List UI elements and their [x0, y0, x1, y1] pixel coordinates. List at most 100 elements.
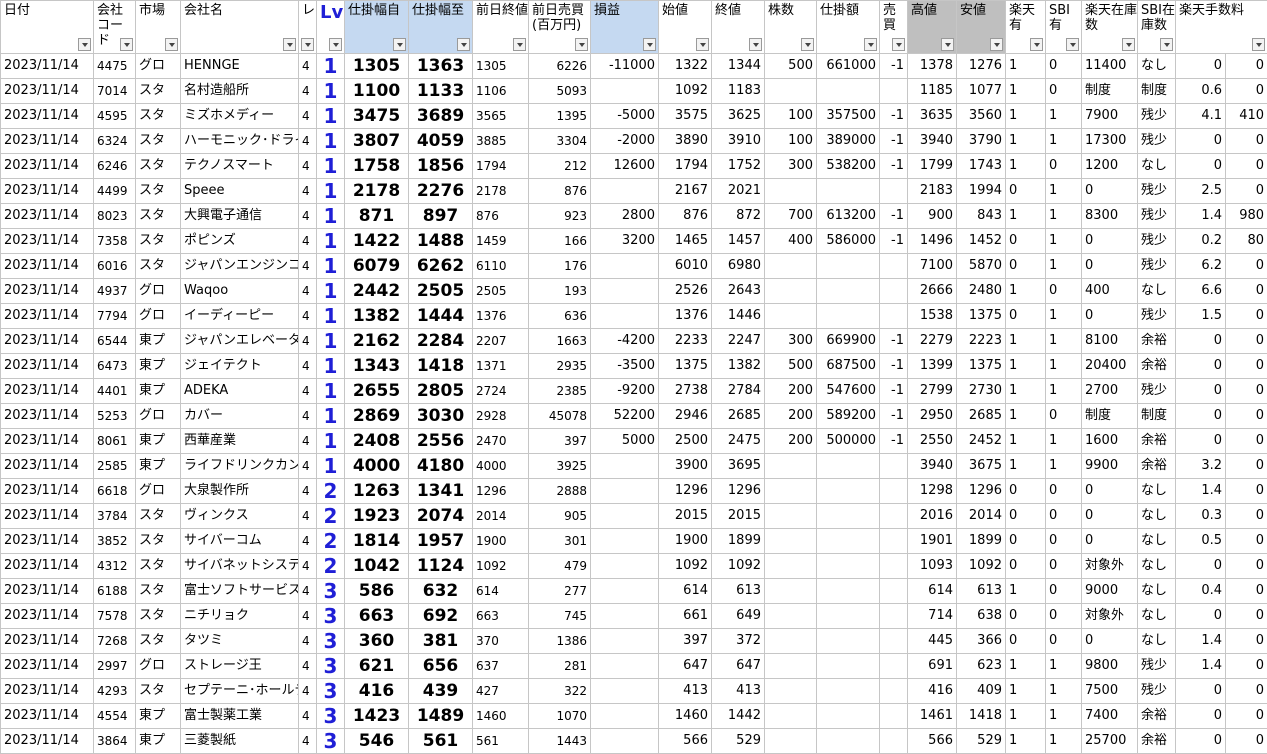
- cell-company-name[interactable]: ストレージ王: [181, 654, 299, 679]
- cell-company-name[interactable]: ジャパンエレベーター: [181, 329, 299, 354]
- cell-shares[interactable]: [765, 729, 817, 754]
- cell-range-from[interactable]: 3475: [345, 104, 409, 129]
- cell-re[interactable]: 4: [299, 479, 317, 504]
- cell-level[interactable]: 2: [317, 529, 345, 554]
- cell-rakuten-avail[interactable]: 1: [1006, 454, 1046, 479]
- cell-sbi-stock[interactable]: 残少: [1138, 104, 1176, 129]
- cell-market[interactable]: スタ: [136, 529, 181, 554]
- cell-profit-loss[interactable]: [591, 279, 659, 304]
- cell-extra[interactable]: 0: [1226, 604, 1267, 629]
- cell-date[interactable]: 2023/11/14: [1, 579, 94, 604]
- cell-profit-loss[interactable]: [591, 629, 659, 654]
- cell-close[interactable]: 1092: [712, 554, 765, 579]
- cell-re[interactable]: 4: [299, 54, 317, 79]
- table-row[interactable]: 2023/11/144293スタセプテーニ･ホールディングス4341643942…: [1, 679, 1267, 704]
- cell-company-name[interactable]: 大泉製作所: [181, 479, 299, 504]
- cell-date[interactable]: 2023/11/14: [1, 129, 94, 154]
- cell-low[interactable]: 1899: [957, 529, 1006, 554]
- cell-sbi-avail[interactable]: 1: [1046, 729, 1082, 754]
- cell-trade[interactable]: [880, 279, 908, 304]
- cell-trade[interactable]: -1: [880, 379, 908, 404]
- cell-range-from[interactable]: 546: [345, 729, 409, 754]
- cell-re[interactable]: 4: [299, 379, 317, 404]
- cell-range-to[interactable]: 439: [409, 679, 473, 704]
- column-header-shares[interactable]: 株数: [765, 1, 817, 54]
- cell-prev-volume[interactable]: 3304: [529, 129, 591, 154]
- cell-company-name[interactable]: カバー: [181, 404, 299, 429]
- cell-open[interactable]: 2015: [659, 504, 712, 529]
- cell-high[interactable]: 566: [908, 729, 957, 754]
- cell-prev-close[interactable]: 2724: [473, 379, 529, 404]
- cell-trade[interactable]: [880, 554, 908, 579]
- cell-position-amount[interactable]: 613200: [817, 204, 880, 229]
- cell-trade[interactable]: -1: [880, 204, 908, 229]
- cell-re[interactable]: 4: [299, 629, 317, 654]
- cell-open[interactable]: 1794: [659, 154, 712, 179]
- cell-company-code[interactable]: 6618: [94, 479, 136, 504]
- cell-sbi-stock[interactable]: 余裕: [1138, 429, 1176, 454]
- cell-sbi-stock[interactable]: 余裕: [1138, 329, 1176, 354]
- cell-trade[interactable]: [880, 629, 908, 654]
- cell-low[interactable]: 1276: [957, 54, 1006, 79]
- cell-market[interactable]: 東プ: [136, 704, 181, 729]
- cell-trade[interactable]: -1: [880, 404, 908, 429]
- cell-open[interactable]: 3900: [659, 454, 712, 479]
- column-header-sbi-avail[interactable]: SBI有: [1046, 1, 1082, 54]
- cell-re[interactable]: 4: [299, 354, 317, 379]
- cell-level[interactable]: 1: [317, 204, 345, 229]
- cell-market[interactable]: 東プ: [136, 329, 181, 354]
- filter-dropdown-icon[interactable]: [283, 38, 296, 51]
- cell-company-name[interactable]: タツミ: [181, 629, 299, 654]
- cell-market[interactable]: スタ: [136, 229, 181, 254]
- cell-prev-volume[interactable]: 176: [529, 254, 591, 279]
- cell-extra[interactable]: 0: [1226, 704, 1267, 729]
- cell-level[interactable]: 3: [317, 579, 345, 604]
- cell-level[interactable]: 1: [317, 354, 345, 379]
- cell-company-code[interactable]: 3864: [94, 729, 136, 754]
- cell-trade[interactable]: [880, 454, 908, 479]
- cell-date[interactable]: 2023/11/14: [1, 629, 94, 654]
- cell-level[interactable]: 1: [317, 429, 345, 454]
- cell-rakuten-stock[interactable]: 制度: [1082, 79, 1138, 104]
- cell-rakuten-fee[interactable]: 3.2: [1176, 454, 1226, 479]
- cell-date[interactable]: 2023/11/14: [1, 254, 94, 279]
- cell-shares[interactable]: 500: [765, 354, 817, 379]
- cell-sbi-avail[interactable]: 0: [1046, 54, 1082, 79]
- cell-rakuten-fee[interactable]: 1.4: [1176, 204, 1226, 229]
- cell-close[interactable]: 2475: [712, 429, 765, 454]
- cell-open[interactable]: 2526: [659, 279, 712, 304]
- cell-prev-close[interactable]: 1106: [473, 79, 529, 104]
- cell-market[interactable]: スタ: [136, 629, 181, 654]
- cell-profit-loss[interactable]: [591, 604, 659, 629]
- cell-sbi-stock[interactable]: なし: [1138, 54, 1176, 79]
- cell-low[interactable]: 2452: [957, 429, 1006, 454]
- cell-range-from[interactable]: 1814: [345, 529, 409, 554]
- cell-company-code[interactable]: 3852: [94, 529, 136, 554]
- cell-level[interactable]: 3: [317, 679, 345, 704]
- cell-date[interactable]: 2023/11/14: [1, 604, 94, 629]
- cell-level[interactable]: 1: [317, 104, 345, 129]
- cell-position-amount[interactable]: [817, 554, 880, 579]
- cell-position-amount[interactable]: [817, 579, 880, 604]
- cell-shares[interactable]: [765, 479, 817, 504]
- cell-prev-close[interactable]: 2014: [473, 504, 529, 529]
- cell-level[interactable]: 1: [317, 379, 345, 404]
- cell-open[interactable]: 2167: [659, 179, 712, 204]
- cell-low[interactable]: 613: [957, 579, 1006, 604]
- filter-dropdown-icon[interactable]: [457, 38, 470, 51]
- cell-rakuten-fee[interactable]: 0: [1176, 154, 1226, 179]
- cell-company-name[interactable]: Speee: [181, 179, 299, 204]
- cell-level[interactable]: 2: [317, 479, 345, 504]
- cell-shares[interactable]: [765, 679, 817, 704]
- cell-position-amount[interactable]: [817, 179, 880, 204]
- cell-company-code[interactable]: 7358: [94, 229, 136, 254]
- cell-market[interactable]: スタ: [136, 604, 181, 629]
- cell-low[interactable]: 2730: [957, 379, 1006, 404]
- cell-prev-volume[interactable]: 281: [529, 654, 591, 679]
- cell-date[interactable]: 2023/11/14: [1, 729, 94, 754]
- cell-market[interactable]: グロ: [136, 304, 181, 329]
- cell-shares[interactable]: 200: [765, 404, 817, 429]
- cell-company-name[interactable]: 富士ソフトサービスビューロ: [181, 579, 299, 604]
- table-row[interactable]: 2023/11/143864東プ三菱製紙43546561561144356652…: [1, 729, 1267, 754]
- cell-profit-loss[interactable]: 5000: [591, 429, 659, 454]
